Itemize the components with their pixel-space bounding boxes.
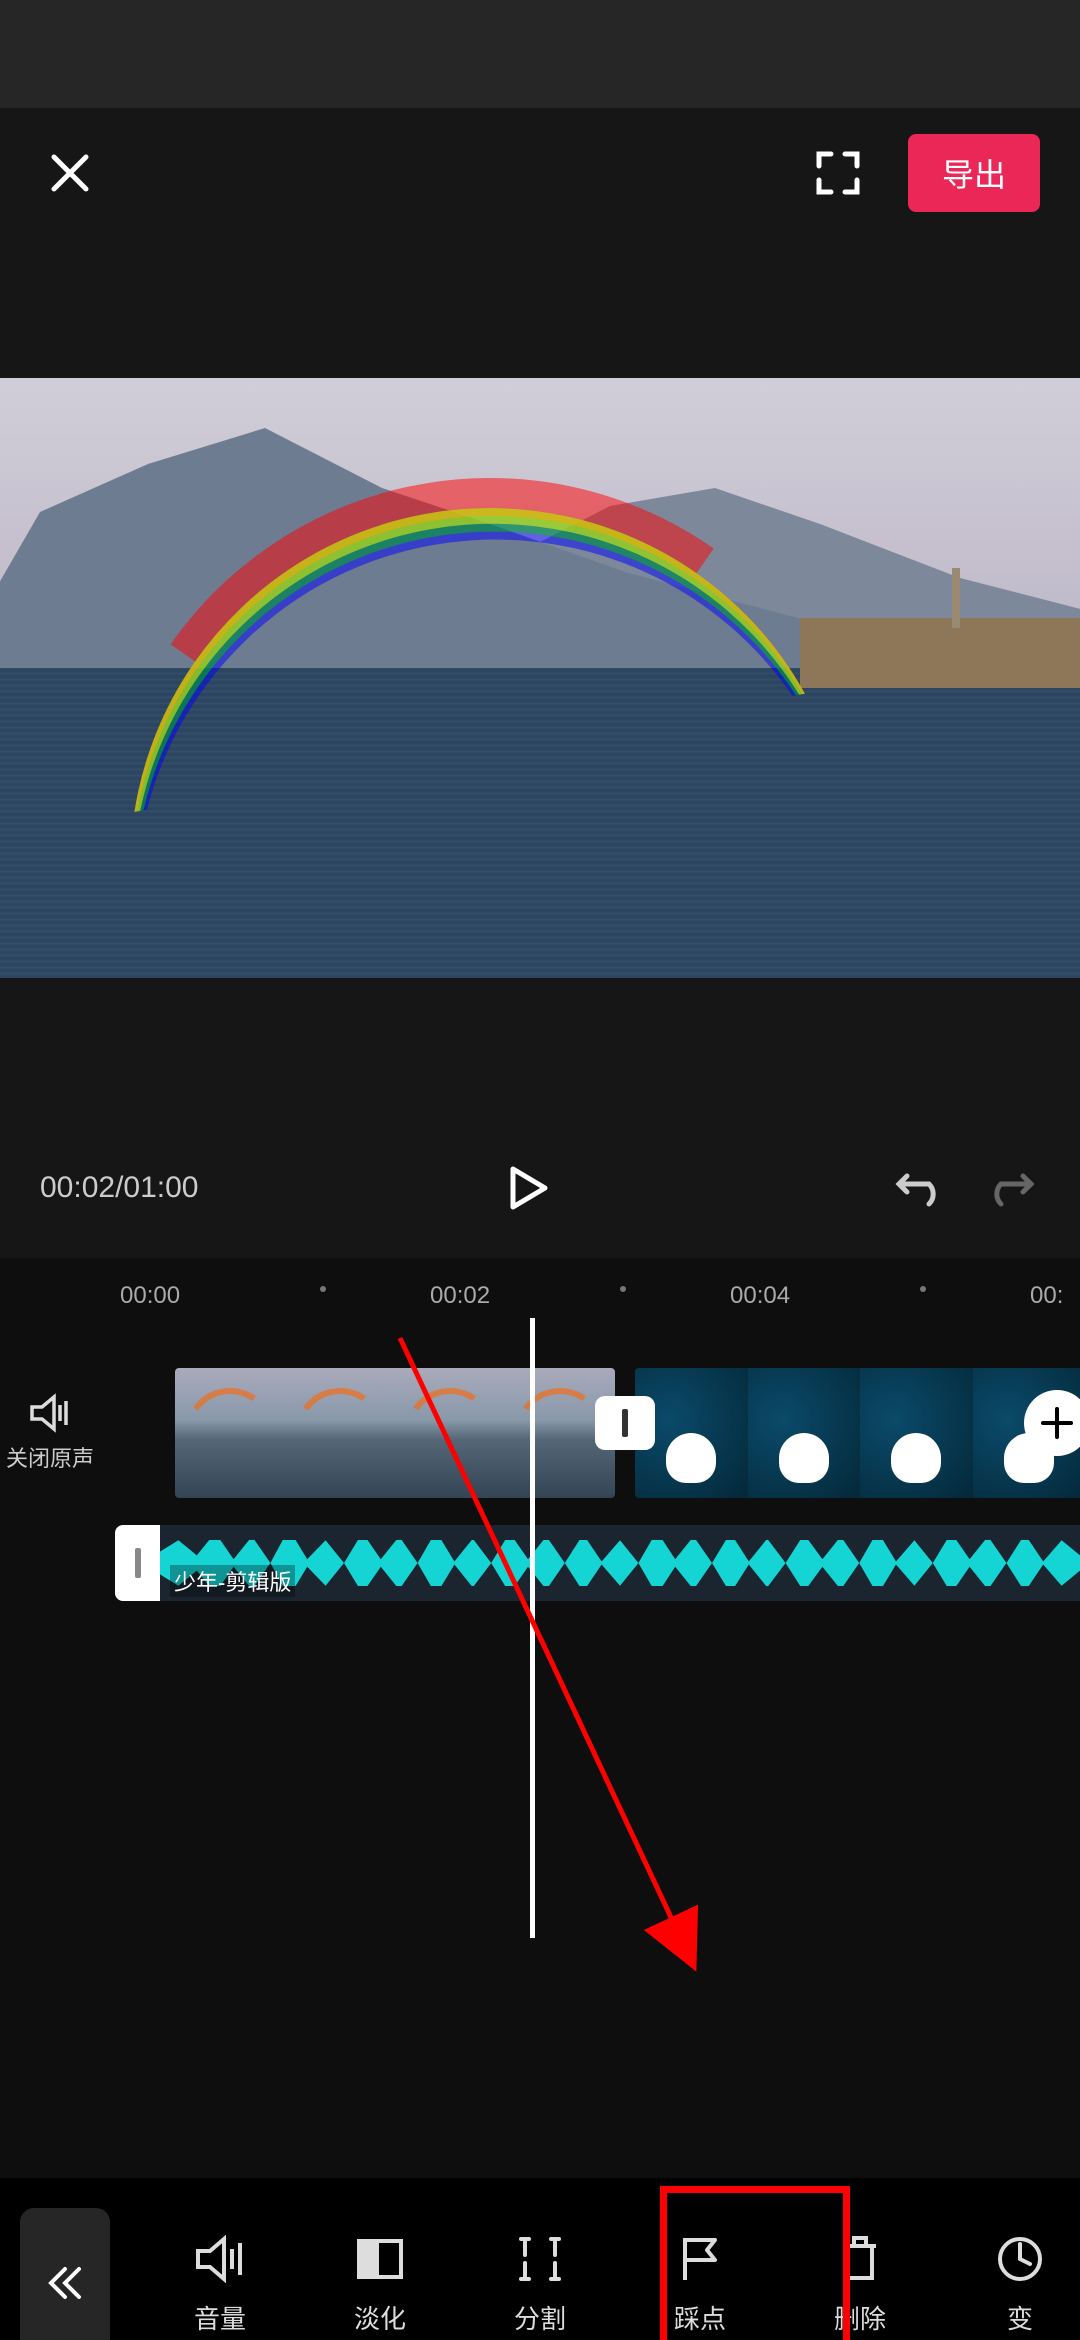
mute-original-button[interactable]: 关闭原声 (0, 1393, 100, 1473)
total-time: 01:00 (123, 1171, 198, 1204)
tool-volume[interactable]: 音量 (140, 2203, 300, 2340)
bottom-toolbar: 音量 淡化 分割 踩点 删除 变 (0, 2178, 1080, 2340)
tool-fade[interactable]: 淡化 (300, 2203, 460, 2340)
video-clip-1[interactable] (175, 1368, 615, 1498)
fullscreen-button[interactable] (808, 143, 868, 203)
ruler-dot (620, 1286, 626, 1292)
ruler-tick: 00:04 (730, 1282, 790, 1310)
mute-label: 关闭原声 (6, 1441, 94, 1473)
speaker-icon (194, 2235, 246, 2283)
tool-label: 音量 (194, 2299, 246, 2336)
time-display: 00:02/01:00 (40, 1171, 199, 1205)
tool-delete[interactable]: 删除 (780, 2203, 940, 2340)
audio-track: 少年-剪辑版 (0, 1525, 1080, 1605)
tool-split[interactable]: 分割 (460, 2203, 620, 2340)
tool-label: 变 (1007, 2299, 1033, 2336)
video-preview[interactable] (0, 378, 1080, 978)
ruler-tick: 00:00 (120, 1282, 180, 1310)
ruler-dot (320, 1286, 326, 1292)
export-button[interactable]: 导出 (908, 134, 1040, 212)
tool-label: 踩点 (674, 2299, 726, 2336)
trash-icon (838, 2234, 882, 2284)
tool-label: 淡化 (354, 2299, 406, 2336)
redo-button[interactable] (980, 1158, 1040, 1218)
speaker-icon (28, 1393, 72, 1433)
tool-speed[interactable]: 变 (940, 2203, 1080, 2340)
ruler-tick: 00: (1030, 1282, 1063, 1310)
chevron-left-double-icon (45, 2263, 85, 2303)
preview-area (0, 238, 1080, 1118)
timeline-ruler: 00:00 00:02 00:04 00: (0, 1258, 1080, 1318)
video-track: 关闭原声 (0, 1353, 1080, 1513)
toolbar-back-button[interactable] (20, 2208, 110, 2340)
audio-clip[interactable]: 少年-剪辑版 (160, 1525, 1080, 1601)
playback-controls: 00:02/01:00 (0, 1118, 1080, 1258)
split-icon (517, 2235, 563, 2283)
speed-icon (995, 2234, 1045, 2284)
waveform (160, 1525, 1080, 1601)
redo-icon (985, 1168, 1035, 1208)
ruler-dot (920, 1286, 926, 1292)
undo-icon (895, 1168, 945, 1208)
ruler-tick: 00:02 (430, 1282, 490, 1310)
fullscreen-icon (815, 150, 861, 196)
timeline[interactable]: 00:00 00:02 00:04 00: 关闭原声 少年-剪辑版 (0, 1258, 1080, 2178)
status-bar (0, 0, 1080, 108)
play-button[interactable] (499, 1158, 559, 1218)
current-time: 00:02 (40, 1171, 115, 1204)
tool-label: 分割 (514, 2299, 566, 2336)
tool-label: 删除 (834, 2299, 886, 2336)
playhead[interactable] (530, 1318, 535, 1938)
undo-button[interactable] (890, 1158, 950, 1218)
video-clip-2[interactable] (635, 1368, 1080, 1498)
tool-beat-marker[interactable]: 踩点 (620, 2203, 780, 2340)
transition-button[interactable] (595, 1396, 655, 1450)
flag-icon (677, 2234, 723, 2284)
plus-icon (1039, 1405, 1075, 1441)
fade-icon (355, 2237, 405, 2281)
play-icon (509, 1165, 549, 1211)
audio-clip-label: 少年-剪辑版 (170, 1565, 295, 1597)
header: 导出 (0, 108, 1080, 238)
close-icon (48, 151, 92, 195)
audio-clip-handle[interactable] (115, 1525, 160, 1601)
close-button[interactable] (40, 143, 100, 203)
